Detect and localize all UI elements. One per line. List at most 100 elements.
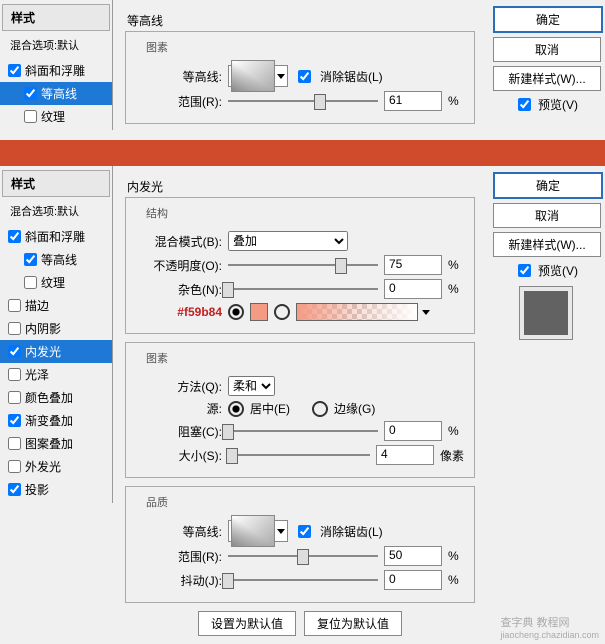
edge-label: 边缘(G) (334, 400, 375, 417)
style-contour[interactable]: 等高线 (0, 82, 112, 105)
size-slider[interactable] (228, 446, 370, 464)
size-input[interactable]: 4 (376, 445, 434, 465)
contour-checkbox[interactable] (24, 87, 37, 100)
choke-slider[interactable] (228, 422, 378, 440)
style-gradient-overlay[interactable]: 渐变叠加 (0, 409, 112, 432)
range-label: 范围(R): (136, 548, 222, 565)
style-contour[interactable]: 等高线 (0, 248, 112, 271)
bevel-label: 斜面和浮雕 (25, 62, 85, 79)
watermark: 查字典 教程网 jiaocheng.chazidian.com (500, 614, 599, 640)
chevron-down-icon (422, 310, 430, 315)
new-style-button[interactable]: 新建样式(W)... (493, 232, 601, 257)
ok-button[interactable]: 确定 (493, 6, 603, 33)
source-label: 源: (136, 400, 222, 417)
noise-slider[interactable] (228, 280, 378, 298)
item-label: 光泽 (25, 366, 49, 383)
preview-checkbox[interactable] (518, 98, 531, 111)
top-style-list: 样式 混合选项:默认 斜面和浮雕 等高线 纹理 (0, 0, 113, 130)
antialias-checkbox[interactable] (298, 525, 311, 538)
range-input[interactable]: 61 (384, 91, 442, 111)
gradient-overlay-checkbox[interactable] (8, 414, 21, 427)
source-edge-radio[interactable] (312, 401, 328, 417)
range-slider[interactable] (228, 92, 378, 110)
contour-picker[interactable] (228, 520, 288, 542)
inner-glow-checkbox[interactable] (8, 345, 21, 358)
contour-checkbox[interactable] (24, 253, 37, 266)
style-color-overlay[interactable]: 颜色叠加 (0, 386, 112, 409)
style-inner-glow[interactable]: 内发光 (0, 340, 112, 363)
technique-label: 方法(Q): (136, 378, 222, 395)
blend-mode-label: 混合模式(B): (136, 233, 222, 250)
style-texture[interactable]: 纹理 (0, 105, 112, 128)
style-satin[interactable]: 光泽 (0, 363, 112, 386)
color-radio[interactable] (228, 304, 244, 320)
bevel-checkbox[interactable] (8, 230, 21, 243)
bottom-settings: 内发光 结构 混合模式(B): 叠加 不透明度(O): 75 % 杂色(N): … (113, 166, 487, 644)
noise-input[interactable]: 0 (384, 279, 442, 299)
set-default-button[interactable]: 设置为默认值 (198, 611, 296, 636)
top-buttons: 确定 取消 新建样式(W)... 预览(V) (487, 0, 605, 124)
jitter-slider[interactable] (228, 571, 378, 589)
pattern-overlay-checkbox[interactable] (8, 437, 21, 450)
elements-legend: 图素 (142, 350, 172, 366)
texture-label: 纹理 (41, 108, 65, 125)
chevron-down-icon (277, 74, 285, 79)
style-texture[interactable]: 纹理 (0, 271, 112, 294)
panel-title: 等高线 (127, 12, 475, 29)
contour-picker[interactable] (228, 65, 288, 87)
quality-legend: 品质 (142, 494, 172, 510)
texture-checkbox[interactable] (24, 276, 37, 289)
item-label: 图案叠加 (25, 435, 73, 452)
gradient-picker[interactable] (296, 303, 430, 321)
range-input[interactable]: 50 (384, 546, 442, 566)
preview-checkbox[interactable] (518, 264, 531, 277)
style-inner-shadow[interactable]: 内阴影 (0, 317, 112, 340)
outer-glow-checkbox[interactable] (8, 460, 21, 473)
cancel-button[interactable]: 取消 (493, 203, 601, 228)
inner-shadow-checkbox[interactable] (8, 322, 21, 335)
preview-toggle[interactable]: 预览(V) (493, 95, 599, 114)
cancel-button[interactable]: 取消 (493, 37, 601, 62)
pct-label: % (448, 549, 462, 563)
stroke-checkbox[interactable] (8, 299, 21, 312)
bottom-style-list: 样式 混合选项:默认 斜面和浮雕 等高线 纹理 描边 内阴影 内发光 光泽 颜色… (0, 166, 113, 503)
color-swatch[interactable] (250, 303, 268, 321)
preview-thumbnail (519, 286, 573, 340)
contour-label: 等高线: (136, 523, 222, 540)
blend-mode-select[interactable]: 叠加 (228, 231, 348, 251)
technique-select[interactable]: 柔和 (228, 376, 275, 396)
item-label: 颜色叠加 (25, 389, 73, 406)
opacity-input[interactable]: 75 (384, 255, 442, 275)
gradient-radio[interactable] (274, 304, 290, 320)
jitter-input[interactable]: 0 (384, 570, 442, 590)
style-bevel[interactable]: 斜面和浮雕 (0, 59, 112, 82)
opacity-label: 不透明度(O): (136, 257, 222, 274)
preview-toggle[interactable]: 预览(V) (493, 261, 599, 280)
style-bevel[interactable]: 斜面和浮雕 (0, 225, 112, 248)
source-center-radio[interactable] (228, 401, 244, 417)
item-label: 斜面和浮雕 (25, 228, 85, 245)
color-overlay-checkbox[interactable] (8, 391, 21, 404)
blend-options[interactable]: 混合选项:默认 (2, 33, 110, 57)
structure-fieldset: 结构 混合模式(B): 叠加 不透明度(O): 75 % 杂色(N): 0 % … (125, 197, 475, 334)
style-stroke[interactable]: 描边 (0, 294, 112, 317)
range-slider[interactable] (228, 547, 378, 565)
style-header: 样式 (2, 170, 110, 197)
style-drop-shadow[interactable]: 投影 (0, 478, 112, 501)
choke-input[interactable]: 0 (384, 421, 442, 441)
style-pattern-overlay[interactable]: 图案叠加 (0, 432, 112, 455)
blend-options[interactable]: 混合选项:默认 (2, 199, 110, 223)
antialias-checkbox[interactable] (298, 70, 311, 83)
curve-preview-icon (231, 60, 275, 92)
opacity-slider[interactable] (228, 256, 378, 274)
texture-checkbox[interactable] (24, 110, 37, 123)
bevel-checkbox[interactable] (8, 64, 21, 77)
drop-shadow-checkbox[interactable] (8, 483, 21, 496)
reset-default-button[interactable]: 复位为默认值 (304, 611, 402, 636)
ok-button[interactable]: 确定 (493, 172, 603, 199)
satin-checkbox[interactable] (8, 368, 21, 381)
style-outer-glow[interactable]: 外发光 (0, 455, 112, 478)
bottom-panel: 样式 混合选项:默认 斜面和浮雕 等高线 纹理 描边 内阴影 内发光 光泽 颜色… (0, 166, 605, 644)
size-label: 大小(S): (136, 447, 222, 464)
new-style-button[interactable]: 新建样式(W)... (493, 66, 601, 91)
